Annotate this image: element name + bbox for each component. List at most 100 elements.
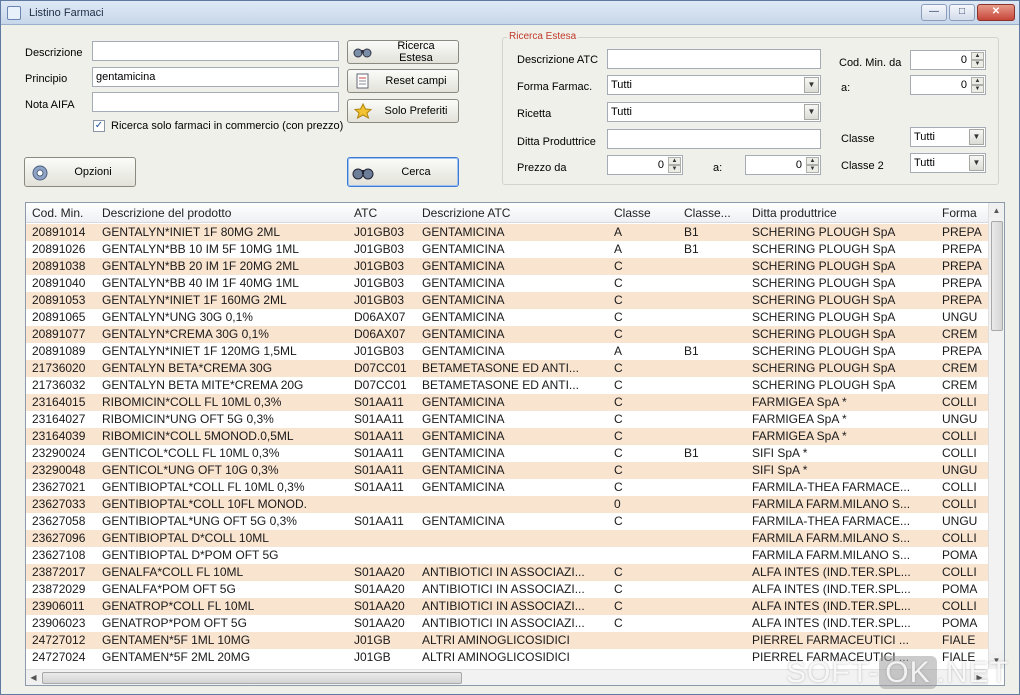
reset-button[interactable]: Reset campi <box>347 69 459 93</box>
chevron-down-icon[interactable]: ▼ <box>969 129 984 145</box>
table-cell: PREPA <box>942 225 982 239</box>
cod-min-a-value: 0 <box>960 79 967 91</box>
scroll-left-icon[interactable]: ◀ <box>26 670 41 685</box>
spin-down-icon[interactable]: ▼ <box>668 165 681 173</box>
table-row[interactable]: 24727012 GENTAMEN*5F 1ML 10MG J01GB ALTRI A… <box>26 632 988 649</box>
forma-select[interactable]: Tutti ▼ <box>607 75 821 95</box>
classe2-select[interactable]: Tutti ▼ <box>910 153 986 173</box>
column-header[interactable]: Classe <box>614 206 682 220</box>
spin-up-icon[interactable]: ▲ <box>668 157 681 165</box>
chevron-down-icon[interactable]: ▼ <box>804 77 819 93</box>
column-header[interactable]: Ditta produttrice <box>752 206 938 220</box>
table-cell: FARMIGEA SpA * <box>752 395 847 409</box>
table-cell: C <box>614 514 623 528</box>
table-row[interactable]: 20891040 GENTALYN*BB 40 IM 1F 40MG 1ML J01… <box>26 275 988 292</box>
table-row[interactable]: 20891026 GENTALYN*BB 10 IM 5F 10MG 1ML J01… <box>26 241 988 258</box>
minimize-button[interactable]: — <box>921 4 947 21</box>
spin-up-icon[interactable]: ▲ <box>971 77 984 85</box>
table-cell: COLLI <box>942 480 977 494</box>
table-cell: ALTRI AMINOGLICOSIDICI <box>422 650 570 664</box>
table-row[interactable]: 20891038 GENTALYN*BB 20 IM 1F 20MG 2ML J01… <box>26 258 988 275</box>
table-cell: 23164027 <box>32 412 86 426</box>
maximize-button[interactable]: □ <box>949 4 975 21</box>
table-row[interactable]: 23906011 GENATROP*COLL FL 10ML S01AA20 ANTI… <box>26 598 988 615</box>
column-header[interactable]: Cod. Min. <box>32 206 100 220</box>
spin-up-icon[interactable]: ▲ <box>806 157 819 165</box>
table-cell: J01GB03 <box>354 259 405 273</box>
table-cell: B1 <box>684 225 699 239</box>
principio-input[interactable]: gentamicina <box>92 67 339 87</box>
table-cell: 23906011 <box>32 599 85 613</box>
cod-min-a-spinner[interactable]: 0 ▲ ▼ <box>910 75 986 95</box>
table-row[interactable]: 20891065 GENTALYN*UNG 30G 0,1% D06AX07 GENT… <box>26 309 988 326</box>
table-cell: COLLI <box>942 599 977 613</box>
table-row[interactable]: 21736020 GENTALYN BETA*CREMA 30G D07CC01 BE… <box>26 360 988 377</box>
ditta-input[interactable] <box>607 129 821 149</box>
table-cell: J01GB03 <box>354 344 405 358</box>
table-row[interactable]: 23164027 RIBOMICIN*UNG OFT 5G 0,3% S01AA11… <box>26 411 988 428</box>
table-row[interactable]: 23290024 GENTICOL*COLL FL 10ML 0,3% S01AA1… <box>26 445 988 462</box>
table-cell: GENTAMICINA <box>422 429 505 443</box>
table-row[interactable]: 23164015 RIBOMICIN*COLL FL 10ML 0,3% S01AA… <box>26 394 988 411</box>
table-cell: GENTIBIOPTAL D*COLL 10ML <box>102 531 269 545</box>
prezzo-a-spinner[interactable]: 0 ▲ ▼ <box>745 155 821 175</box>
cerca-button[interactable]: Cerca <box>347 157 459 187</box>
watermark-left: SOFT- <box>785 656 880 689</box>
spin-down-icon[interactable]: ▼ <box>971 60 984 68</box>
table-cell: J01GB <box>354 633 391 647</box>
table-row[interactable]: 23164039 RIBOMICIN*COLL 5MONOD.0,5ML S01AA… <box>26 428 988 445</box>
table-cell: SCHERING PLOUGH SpA <box>752 259 896 273</box>
chevron-down-icon[interactable]: ▼ <box>969 155 984 171</box>
table-row[interactable]: 23290048 GENTICOL*UNG OFT 10G 0,3% S01AA11… <box>26 462 988 479</box>
table-cell: GENTAMICINA <box>422 310 505 324</box>
table-row[interactable]: 20891014 GENTALYN*INIET 1F 80MG 2ML J01GB0… <box>26 224 988 241</box>
prezzo-da-spinner[interactable]: 0 ▲ ▼ <box>607 155 683 175</box>
cod-min-da-spinner[interactable]: 0 ▲ ▼ <box>910 50 986 70</box>
horizontal-scroll-thumb[interactable] <box>42 672 462 684</box>
column-header[interactable]: Descrizione ATC <box>422 206 608 220</box>
spin-down-icon[interactable]: ▼ <box>806 165 819 173</box>
column-header[interactable]: ATC <box>354 206 420 220</box>
column-header[interactable]: Descrizione del prodotto <box>102 206 350 220</box>
vertical-scrollbar[interactable]: ▲ ▼ <box>988 203 1004 669</box>
ricetta-select[interactable]: Tutti ▼ <box>607 102 821 122</box>
table-row[interactable]: 20891089 GENTALYN*INIET 1F 120MG 1,5ML J01… <box>26 343 988 360</box>
table-cell: A <box>614 242 623 256</box>
column-header[interactable]: Classe... <box>684 206 750 220</box>
table-cell: BETAMETASONE ED ANTI... <box>422 378 579 392</box>
table-cell: C <box>614 259 623 273</box>
nota-aifa-input[interactable] <box>92 92 339 112</box>
table-cell: GENTICOL*UNG OFT 10G 0,3% <box>102 463 279 477</box>
classe-select[interactable]: Tutti ▼ <box>910 127 986 147</box>
table-row[interactable]: 23627096 GENTIBIOPTAL D*COLL 10ML FARMILA … <box>26 530 988 547</box>
table-cell: GENTALYN*BB 40 IM 1F 40MG 1ML <box>102 276 299 290</box>
table-row[interactable]: 20891053 GENTALYN*INIET 1F 160MG 2ML J01GB… <box>26 292 988 309</box>
table-cell: SCHERING PLOUGH SpA <box>752 276 896 290</box>
opzioni-button[interactable]: Opzioni <box>24 157 136 187</box>
table-row[interactable]: 23872017 GENALFA*COLL FL 10ML S01AA20 ANTIB… <box>26 564 988 581</box>
descrizione-input[interactable] <box>92 41 339 61</box>
descr-atc-input[interactable] <box>607 49 821 69</box>
ricerca-estesa-button[interactable]: Ricerca Estesa <box>347 40 459 64</box>
table-row[interactable]: 23872029 GENALFA*POM OFT 5G S01AA20 ANTIBIO… <box>26 581 988 598</box>
column-header[interactable]: Forma <box>942 206 988 220</box>
table-cell: C <box>614 395 623 409</box>
vertical-scroll-thumb[interactable] <box>991 221 1003 331</box>
spin-down-icon[interactable]: ▼ <box>971 85 984 93</box>
table-row[interactable]: 21736032 GENTALYN BETA MITE*CREMA 20G D07C… <box>26 377 988 394</box>
in-commercio-checkbox[interactable]: ✓ <box>93 120 105 132</box>
scroll-up-icon[interactable]: ▲ <box>989 203 1004 218</box>
table-row[interactable]: 23627058 GENTIBIOPTAL*UNG OFT 5G 0,3% S01A… <box>26 513 988 530</box>
spin-up-icon[interactable]: ▲ <box>971 52 984 60</box>
grid-header: Cod. Min. Descrizione del prodotto ATC Desc… <box>26 203 988 223</box>
table-cell: COLLI <box>942 497 977 511</box>
chevron-down-icon[interactable]: ▼ <box>804 104 819 120</box>
table-row[interactable]: 23627033 GENTIBIOPTAL*COLL 10FL MONOD. 0 FA… <box>26 496 988 513</box>
table-row[interactable]: 20891077 GENTALYN*CREMA 30G 0,1% D06AX07 GE… <box>26 326 988 343</box>
classe2-value: Tutti <box>914 157 935 169</box>
table-row[interactable]: 23627108 GENTIBIOPTAL D*POM OFT 5G FARMILA… <box>26 547 988 564</box>
solo-preferiti-button[interactable]: Solo Preferiti <box>347 99 459 123</box>
table-row[interactable]: 23906023 GENATROP*POM OFT 5G S01AA20 ANTIBI… <box>26 615 988 632</box>
table-row[interactable]: 23627021 GENTIBIOPTAL*COLL FL 10ML 0,3% S0… <box>26 479 988 496</box>
close-button[interactable]: ✕ <box>977 4 1015 21</box>
